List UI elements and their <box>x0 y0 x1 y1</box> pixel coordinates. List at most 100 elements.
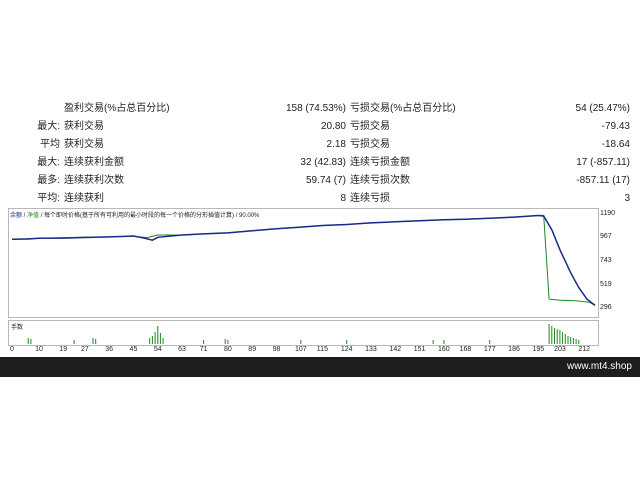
stat-value-right: -857.11 (17) <box>576 175 630 186</box>
x-tick-label: 80 <box>224 346 232 353</box>
volume-bar <box>443 340 445 344</box>
x-tick-label: 27 <box>80 346 89 353</box>
stats-row: 最多: 连续获利次数 59.74 (7) 连续亏损次数 -857.11 (17) <box>0 172 640 190</box>
stat-value-right: 54 (25.47%) <box>575 103 630 114</box>
stat-value-left: 8 <box>340 193 346 204</box>
volume-bar <box>567 336 569 344</box>
stat-value-left: 59.74 (7) <box>305 175 346 186</box>
stat-label-right: 连续亏损 <box>350 193 390 204</box>
x-tick-label: 36 <box>105 346 114 353</box>
stats-row: 盈利交易(%占总百分比) 158 (74.53%) 亏损交易(%占总百分比) 54 (… <box>0 100 640 118</box>
x-tick-label: 203 <box>554 346 566 353</box>
stat-label-left: 盈利交易(%占总百分比) <box>64 103 170 114</box>
stat-label-left: 连续获利次数 <box>64 175 124 186</box>
stat-label-right: 亏损交易 <box>350 139 390 150</box>
volume-bar <box>95 339 97 344</box>
stat-label-left: 获利交易 <box>64 139 104 150</box>
volume-bar <box>154 332 156 344</box>
stat-label-right: 亏损交易(%占总百分比) <box>350 103 456 114</box>
y-tick-label: 967 <box>600 233 612 241</box>
volume-bar <box>432 340 434 344</box>
stat-label-left: 连续获利金额 <box>64 157 124 168</box>
volume-bar <box>554 328 555 344</box>
x-tick-label: 54 <box>153 346 162 353</box>
stat-prefix: 平均: <box>37 193 60 204</box>
volume-bar <box>489 340 491 344</box>
balance-line <box>11 214 596 306</box>
y-tick-label: 743 <box>600 257 612 264</box>
stats-row: 平均: 连续获利 8 连续亏损 3 <box>0 190 640 208</box>
x-tick-label: 133 <box>365 346 377 353</box>
stat-label-right: 亏损交易 <box>350 121 390 132</box>
x-tick-label: 212 <box>578 346 591 353</box>
y-tick-label: 519 <box>600 280 612 288</box>
volume-bar <box>346 340 348 344</box>
volume-bar <box>572 338 574 344</box>
volume-bar <box>562 332 564 344</box>
x-tick-label: 19 <box>59 346 68 353</box>
stat-prefix: 最多: <box>37 175 60 186</box>
report-stats: 盈利交易(%占总百分比) 158 (74.53%) 亏损交易(%占总百分比) 54 (… <box>0 100 640 210</box>
legend-balance: 余额 <box>10 213 23 219</box>
volume-bar <box>92 338 94 344</box>
volume-bar <box>149 338 151 344</box>
stat-value-right: -79.43 <box>601 121 630 132</box>
volume-bar <box>578 340 580 344</box>
volume-bar <box>162 338 164 344</box>
stats-row: 平均 获利交易 2.18 亏损交易 -18.64 <box>0 136 640 154</box>
volume-bar <box>203 340 205 344</box>
x-tick-label: 107 <box>294 346 307 353</box>
balance-chart <box>11 214 596 306</box>
stat-value-left: 32 (42.83) <box>300 157 346 168</box>
volume-bar <box>559 330 561 344</box>
stat-value-left: 2.18 <box>326 139 346 150</box>
x-tick-label: 115 <box>316 346 328 353</box>
y-tick-label: 1190 <box>600 210 616 217</box>
stat-label-right: 连续亏损金额 <box>350 157 410 168</box>
stat-value-right: 3 <box>624 193 630 204</box>
stat-label-left: 获利交易 <box>64 121 104 132</box>
x-tick-label: 63 <box>178 346 186 353</box>
volume-bar <box>27 338 29 344</box>
volume-bar <box>575 339 577 344</box>
x-tick-label: 71 <box>199 346 208 353</box>
legend-equity: 净值 <box>27 213 40 219</box>
volume-bar <box>224 339 226 344</box>
y-tick-label: 296 <box>600 304 612 311</box>
volume-bar <box>300 340 302 344</box>
legend-description: / 每个即时价格(基于所有可利用的最小时段的每一个价格的分形插值计算) / 90… <box>39 213 260 219</box>
stats-row: 最大: 获利交易 20.80 亏损交易 -79.43 <box>0 118 640 136</box>
volume-bar <box>157 326 159 344</box>
x-tick-label: 168 <box>459 346 472 353</box>
stat-value-left: 20.80 <box>320 121 346 132</box>
x-tick-label: 0 <box>10 346 14 353</box>
volume-chart <box>27 324 580 344</box>
volume-label: 手数 <box>11 325 24 331</box>
volume-bar <box>159 333 161 344</box>
x-tick-label: 142 <box>389 346 402 353</box>
stat-prefix: 平均 <box>40 139 60 150</box>
volume-bar <box>73 340 75 344</box>
volume-bar <box>548 324 550 344</box>
y-axis: 1190 967 743 519 296 <box>600 208 636 318</box>
stat-value-right: -18.64 <box>601 139 630 150</box>
x-tick-label: 151 <box>413 346 426 353</box>
equity-line <box>11 214 596 306</box>
stat-prefix: 最大: <box>37 157 60 168</box>
x-tick-label: 177 <box>483 346 496 353</box>
volume-bar <box>30 339 32 344</box>
footer-bar: www.mt4.shop <box>0 357 640 377</box>
chart-legend: 余额 / 净值 / 每个即时价格(基于所有可利用的最小时段的每一个价格的分形插值… <box>10 210 259 219</box>
stat-value-right: 17 (-857.11) <box>576 157 630 168</box>
stat-label-right: 连续亏损次数 <box>350 175 410 186</box>
stat-prefix: 最大: <box>37 121 60 132</box>
x-tick-label: 45 <box>129 346 138 353</box>
x-tick-label: 124 <box>340 346 353 353</box>
stats-row: 最大: 连续获利金额 32 (42.83) 连续亏损金额 17 (-857.11) <box>0 154 640 172</box>
x-tick-label: 160 <box>438 346 450 353</box>
volume-bar <box>564 334 566 344</box>
stat-value-left: 158 (74.53%) <box>285 103 346 114</box>
stat-label-left: 连续获利 <box>64 193 104 204</box>
volume-bar <box>227 340 229 344</box>
volume-bar <box>556 329 558 344</box>
